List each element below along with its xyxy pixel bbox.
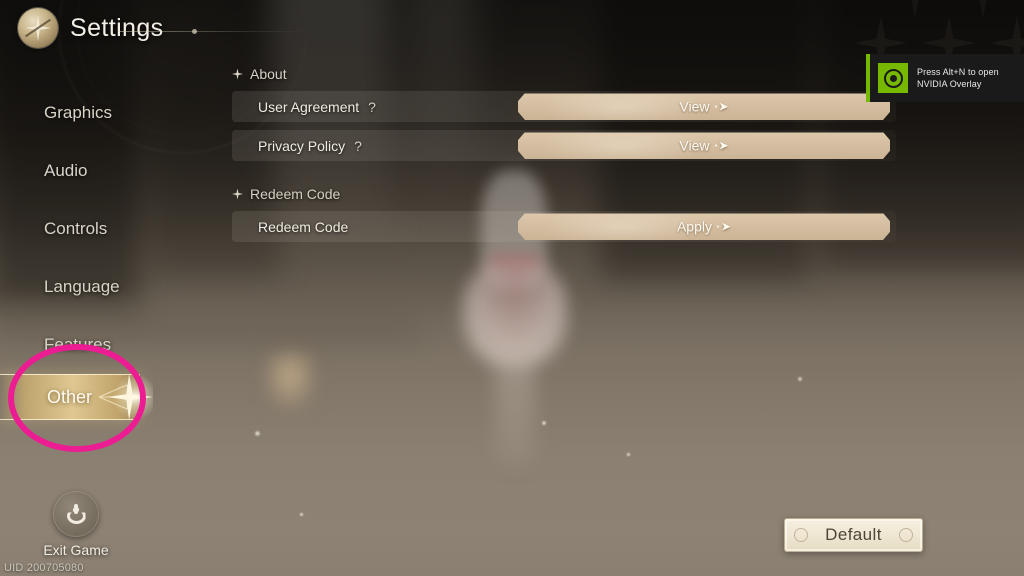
settings-row-user-agreement: User Agreement ? View ➤ (232, 91, 896, 122)
sidebar-item-controls[interactable]: Controls (0, 200, 200, 258)
nvidia-overlay-toast: Press Alt+N to open NVIDIA Overlay (866, 54, 1024, 102)
sidebar-item-label: Language (44, 277, 120, 296)
sidebar-item-label: Graphics (44, 103, 113, 122)
button-label: View (679, 98, 710, 115)
section-header-about: About (232, 66, 896, 82)
help-icon[interactable]: ? (354, 138, 362, 154)
compass-emblem-icon (18, 8, 58, 48)
nvidia-toast-text: Press Alt+N to open NVIDIA Overlay (917, 66, 999, 90)
ornament-icon (794, 528, 808, 542)
button-label: View (679, 137, 710, 154)
header-divider (118, 29, 308, 34)
sidebar-item-label: Controls (44, 219, 108, 238)
default-button[interactable]: Default (784, 518, 923, 552)
settings-sidebar: Graphics Audio Controls Language Feature… (0, 84, 200, 420)
view-privacy-policy-button[interactable]: View ➤ (518, 132, 890, 159)
page-title: Settings (70, 13, 164, 42)
exit-game-label: Exit Game (43, 542, 109, 558)
sidebar-item-features[interactable]: Features (0, 316, 200, 374)
section-header-redeem-code: Redeem Code (232, 186, 896, 202)
sidebar-item-language[interactable]: Language (0, 258, 200, 316)
row-label-group: Redeem Code (232, 219, 348, 235)
row-label: Privacy Policy (258, 137, 346, 154)
page-header: Settings (18, 8, 164, 48)
help-icon[interactable]: ? (368, 99, 376, 115)
uid-text: UID 200705080 (4, 562, 84, 574)
section-title: Redeem Code (250, 186, 341, 202)
nvidia-eye-icon (878, 63, 908, 93)
arrow-right-icon: ➤ (717, 221, 731, 233)
power-icon (53, 491, 99, 537)
section-title: About (250, 66, 287, 82)
sidebar-item-graphics[interactable]: Graphics (0, 84, 200, 142)
sidebar-item-label: Audio (44, 161, 88, 180)
sidebar-item-label: Other (46, 386, 93, 407)
settings-row-privacy-policy: Privacy Policy ? View ➤ (232, 130, 896, 161)
toast-line-1: Press Alt+N to open (917, 66, 999, 77)
toast-line-2: NVIDIA Overlay (917, 79, 982, 89)
row-label-group: User Agreement ? (232, 99, 376, 115)
row-label: Redeem Code (258, 218, 349, 235)
settings-row-redeem-code: Redeem Code Apply ➤ (232, 211, 896, 242)
button-label: Apply (676, 218, 712, 235)
settings-content: About User Agreement ? View ➤ Privacy Po… (232, 66, 896, 250)
view-user-agreement-button[interactable]: View ➤ (518, 93, 890, 120)
default-button-label: Default (825, 525, 882, 544)
sidebar-item-label: Features (44, 335, 112, 354)
sparkle-icon (232, 188, 243, 200)
apply-redeem-code-button[interactable]: Apply ➤ (518, 213, 890, 240)
row-label: User Agreement (258, 98, 360, 115)
sparkle-icon (232, 68, 243, 80)
exit-game-button[interactable]: Exit Game (42, 491, 110, 558)
ornament-icon (899, 528, 913, 542)
row-label-group: Privacy Policy ? (232, 138, 362, 154)
game-settings-screen: Settings Graphics Audio Controls Languag… (0, 0, 1024, 576)
sidebar-item-other[interactable]: Other (0, 374, 153, 420)
selection-star-icon (107, 374, 153, 420)
arrow-right-icon: ➤ (715, 101, 729, 113)
arrow-right-icon: ➤ (715, 140, 729, 152)
sidebar-item-audio[interactable]: Audio (0, 142, 200, 200)
